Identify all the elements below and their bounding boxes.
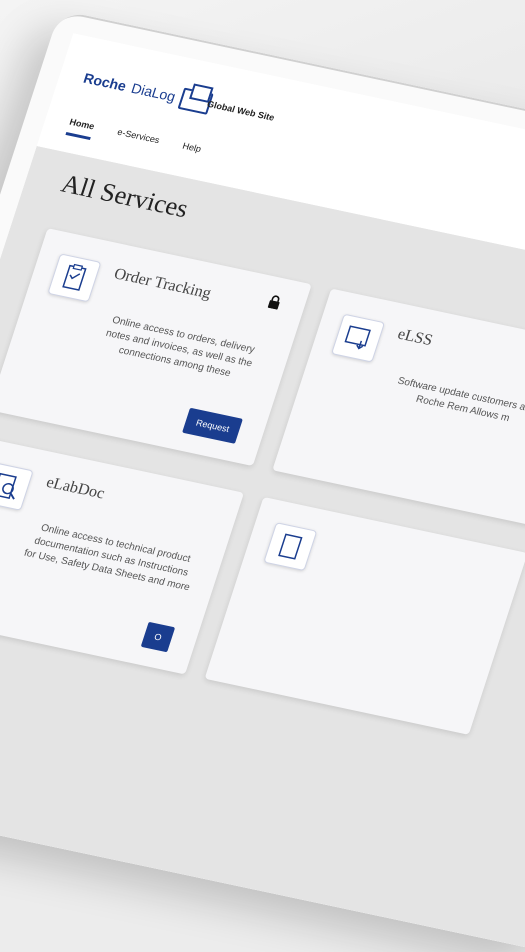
clipboard-icon: [263, 522, 318, 572]
clipboard-icon: [47, 253, 102, 303]
card-description: Online access to technical product docum…: [22, 522, 192, 594]
software-update-icon: [331, 313, 386, 363]
document-search-icon: [0, 461, 34, 511]
card-description: Software update customers and Roche Rem …: [396, 375, 525, 425]
service-card-order-tracking[interactable]: Order Tracking Online access to orders, …: [0, 228, 312, 467]
card-title: eLSS: [395, 325, 435, 350]
card-description: Online access to orders, delivery notes …: [104, 314, 256, 380]
service-card-elss[interactable]: eLSS Software update customers and Roche…: [272, 288, 525, 527]
brand-name: Roche: [81, 69, 129, 95]
nav-item-e-services[interactable]: e-Services: [113, 127, 161, 154]
tablet-device: Roche DiaLog Global Web Site Home e-Serv…: [0, 10, 525, 952]
service-card[interactable]: [204, 496, 525, 735]
lock-icon: [267, 294, 283, 310]
request-button[interactable]: Request: [182, 407, 243, 444]
logo[interactable]: Roche DiaLog: [81, 67, 214, 115]
open-button[interactable]: O: [140, 621, 176, 653]
page-title: All Services: [57, 168, 192, 224]
card-title: eLabDoc: [44, 473, 107, 503]
site-name: Global Web Site: [205, 98, 276, 123]
brand-subname: DiaLog: [129, 79, 178, 105]
card-title: Order Tracking: [111, 265, 214, 303]
nav-item-home[interactable]: Home: [65, 116, 96, 141]
services-content: All Services Order Tracking Online acces…: [0, 146, 525, 952]
service-card-elabdoc[interactable]: eLabDoc Online access to technical produ…: [0, 436, 245, 675]
web-page: Roche DiaLog Global Web Site Home e-Serv…: [0, 33, 525, 952]
nav-item-help[interactable]: Help: [178, 141, 202, 163]
